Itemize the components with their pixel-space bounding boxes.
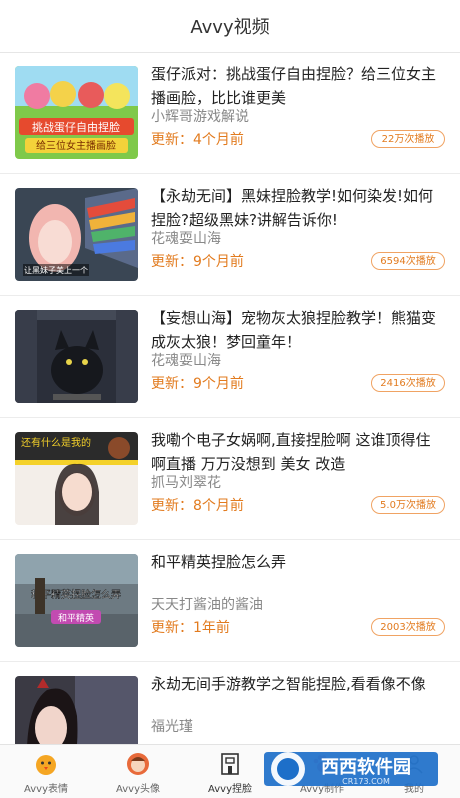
- thumbnail-image: 和平精英捏脸怎么弄 和平精英: [15, 554, 138, 647]
- video-thumbnail[interactable]: 和平精英捏脸怎么弄 和平精英: [15, 554, 138, 647]
- play-count-badge: 22万次播放: [371, 130, 445, 148]
- video-thumbnail[interactable]: 让黑妹子美上一个: [15, 188, 138, 281]
- video-thumbnail[interactable]: [15, 676, 138, 744]
- tab-avvy-avatar[interactable]: Avvy头像: [92, 745, 184, 798]
- top-bar: Avvy视频: [0, 0, 460, 53]
- video-thumbnail[interactable]: 挑战蛋仔自由捏脸 给三位女主播画脸: [15, 66, 138, 159]
- video-author: 小辉哥游戏解说: [151, 109, 249, 125]
- thumbnail-image: [15, 676, 138, 744]
- update-time: 更新：1年前: [151, 620, 230, 636]
- thumbnail-image: [15, 310, 138, 403]
- video-item[interactable]: 永劫无间手游教学之智能捏脸,看看像不像 福光瑾: [0, 662, 460, 744]
- svg-text:还有什么是我的: 还有什么是我的: [21, 436, 91, 449]
- thumbnail-image: 让黑妹子美上一个: [15, 188, 138, 281]
- svg-text:给三位女主播画脸: 给三位女主播画脸: [36, 139, 116, 152]
- video-title[interactable]: 我嘞个电子女娲啊,直接捏脸啊 这谁顶得住啊直播 万万没想到 美女 改造: [151, 428, 443, 476]
- video-thumbnail[interactable]: [15, 310, 138, 403]
- video-item[interactable]: 还有什么是我的 我嘞个电子女娲啊,直接捏脸啊 这谁顶得住啊直播 万万没想到 美女…: [0, 418, 460, 540]
- page-title: Avvy视频: [190, 17, 270, 38]
- video-author: 福光瑾: [151, 719, 193, 735]
- play-count-badge: 6594次播放: [371, 252, 445, 270]
- site-watermark: 西西软件园 CR173.COM: [262, 746, 440, 792]
- video-title[interactable]: 和平精英捏脸怎么弄: [151, 550, 443, 574]
- tab-label: Avvy捏脸: [207, 784, 252, 795]
- video-item[interactable]: 和平精英捏脸怎么弄 和平精英 和平精英捏脸怎么弄 天天打酱油的酱油 更新：1年前…: [0, 540, 460, 662]
- tab-label: Avvy表情: [23, 784, 68, 795]
- video-item[interactable]: 【妄想山海】宠物灰太狼捏脸教学！熊猫变成灰太狼！梦回童年！ 花魂耍山海 更新：9…: [0, 296, 460, 418]
- play-count-badge: 2003次播放: [371, 618, 445, 636]
- video-title[interactable]: 【妄想山海】宠物灰太狼捏脸教学！熊猫变成灰太狼！梦回童年！: [151, 306, 443, 354]
- video-author: 花魂耍山海: [151, 231, 221, 247]
- building-icon: [216, 750, 244, 778]
- video-author: 花魂耍山海: [151, 353, 221, 369]
- svg-text:CR173.COM: CR173.COM: [342, 777, 390, 786]
- thumbnail-image: 挑战蛋仔自由捏脸 给三位女主播画脸: [15, 66, 138, 159]
- video-thumbnail[interactable]: 还有什么是我的: [15, 432, 138, 525]
- svg-text:和平精英: 和平精英: [58, 612, 94, 624]
- video-list[interactable]: 挑战蛋仔自由捏脸 给三位女主播画脸 蛋仔派对：挑战蛋仔自由捏脸？给三位女主播画脸…: [0, 52, 460, 744]
- play-count-badge: 2416次播放: [371, 374, 445, 392]
- update-time: 更新：9个月前: [151, 376, 244, 392]
- update-time: 更新：9个月前: [151, 254, 244, 270]
- video-item[interactable]: 让黑妹子美上一个 【永劫无间】黑妹捏脸教学!如何染发!如何捏脸?超级黑妹?讲解告…: [0, 174, 460, 296]
- video-author: 抓马刘翠花: [151, 475, 221, 491]
- app-screen: Avvy视频 挑战蛋仔自由捏脸 给三位女主播画脸 蛋仔派对：挑战蛋仔自由捏脸？给…: [0, 0, 460, 798]
- update-time: 更新：8个月前: [151, 498, 244, 514]
- chick-face-icon: [32, 750, 60, 778]
- update-time: 更新：4个月前: [151, 132, 244, 148]
- video-title[interactable]: 蛋仔派对：挑战蛋仔自由捏脸？给三位女主播画脸，比比谁更美: [151, 62, 443, 110]
- video-title[interactable]: 【永劫无间】黑妹捏脸教学!如何染发!如何捏脸?超级黑妹?讲解告诉你!: [151, 184, 443, 232]
- tab-avvy-emoji[interactable]: Avvy表情: [0, 745, 92, 798]
- thumbnail-image: 还有什么是我的: [15, 432, 138, 525]
- avatar-face-icon: [124, 750, 152, 778]
- svg-text:让黑妹子美上一个: 让黑妹子美上一个: [24, 265, 88, 275]
- svg-text:西西软件园: 西西软件园: [321, 756, 411, 778]
- video-item[interactable]: 挑战蛋仔自由捏脸 给三位女主播画脸 蛋仔派对：挑战蛋仔自由捏脸？给三位女主播画脸…: [0, 52, 460, 174]
- svg-text:挑战蛋仔自由捏脸: 挑战蛋仔自由捏脸: [32, 120, 120, 134]
- video-author: 天天打酱油的酱油: [151, 597, 263, 613]
- tab-label: Avvy头像: [115, 784, 160, 795]
- video-title[interactable]: 永劫无间手游教学之智能捏脸,看看像不像: [151, 672, 443, 696]
- play-count-badge: 5.0万次播放: [371, 496, 445, 514]
